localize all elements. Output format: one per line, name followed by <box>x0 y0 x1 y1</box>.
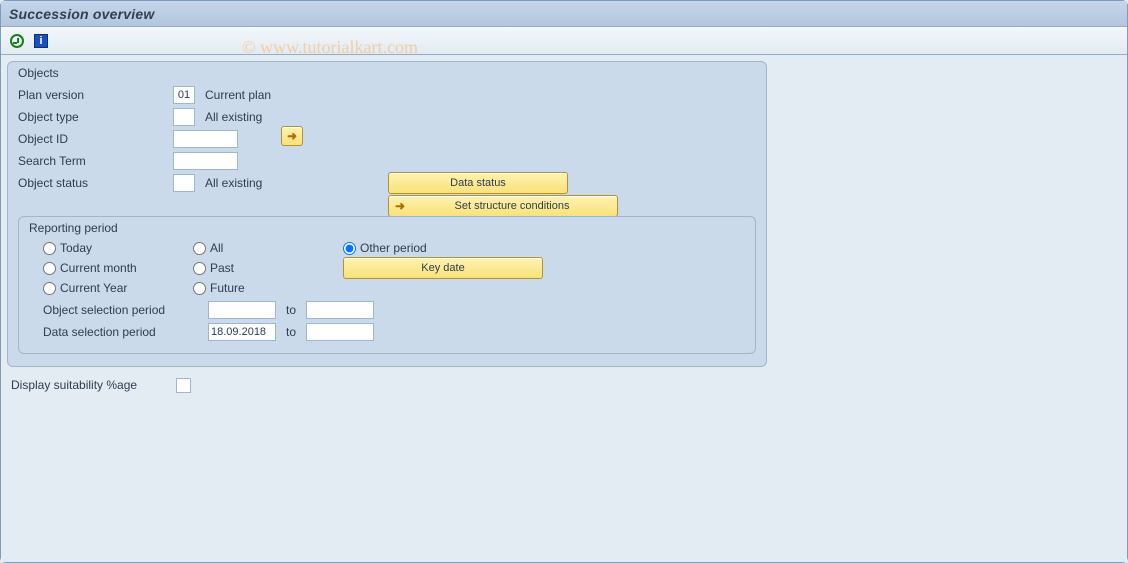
radio-past[interactable]: Past <box>193 261 343 275</box>
radio-current-month-label: Current month <box>60 261 137 275</box>
object-id-multiselect-button[interactable]: ➜ <box>281 126 303 146</box>
radio-all[interactable]: All <box>193 241 343 255</box>
info-button[interactable]: i <box>31 31 51 51</box>
radio-current-year-label: Current Year <box>60 281 127 295</box>
radio-future-input[interactable] <box>193 282 206 295</box>
obj-sel-period-from-input[interactable] <box>208 301 276 319</box>
object-status-input[interactable] <box>173 174 195 192</box>
titlebar: Succession overview <box>1 1 1127 27</box>
key-date-button[interactable]: Key date <box>343 257 543 279</box>
radio-current-month[interactable]: Current month <box>43 261 193 275</box>
radio-other-input[interactable] <box>343 242 356 255</box>
reporting-period-groupbox: Reporting period Today All Other period … <box>18 216 756 354</box>
object-type-label: Object type <box>18 110 173 124</box>
radio-current-month-input[interactable] <box>43 262 56 275</box>
arrow-right-icon: ➜ <box>395 199 405 213</box>
plan-version-label: Plan version <box>18 88 173 102</box>
execute-button[interactable] <box>7 31 27 51</box>
radio-future-label: Future <box>210 281 245 295</box>
radio-today-label: Today <box>60 241 92 255</box>
set-structure-label: Set structure conditions <box>455 200 570 212</box>
object-type-desc: All existing <box>205 110 262 124</box>
info-icon: i <box>34 34 48 48</box>
content-area: Objects Plan version Current plan Object… <box>1 55 1127 562</box>
obj-sel-period-to-label: to <box>286 303 296 317</box>
data-sel-period-label: Data selection period <box>43 325 208 339</box>
search-term-label: Search Term <box>18 154 173 168</box>
object-status-desc: All existing <box>205 176 262 190</box>
object-type-input[interactable] <box>173 108 195 126</box>
radio-other[interactable]: Other period <box>343 241 563 255</box>
object-status-label: Object status <box>18 176 173 190</box>
radio-all-label: All <box>210 241 223 255</box>
data-status-button[interactable]: Data status <box>388 172 568 194</box>
object-id-input[interactable] <box>173 130 238 148</box>
display-suitability-label: Display suitability %age <box>11 378 176 392</box>
reporting-period-title: Reporting period <box>29 221 745 235</box>
radio-future[interactable]: Future <box>193 281 343 295</box>
key-date-label: Key date <box>421 262 464 274</box>
data-sel-period-to-input[interactable] <box>306 323 374 341</box>
radio-today-input[interactable] <box>43 242 56 255</box>
plan-version-desc: Current plan <box>205 88 271 102</box>
obj-sel-period-to-input[interactable] <box>306 301 374 319</box>
set-structure-button[interactable]: ➜ Set structure conditions <box>388 195 618 217</box>
obj-sel-period-label: Object selection period <box>43 303 208 317</box>
clock-icon <box>10 34 24 48</box>
data-status-label: Data status <box>450 177 506 189</box>
data-sel-period-from-input[interactable] <box>208 323 276 341</box>
radio-other-label: Other period <box>360 241 427 255</box>
data-sel-period-to-label: to <box>286 325 296 339</box>
radio-current-year-input[interactable] <box>43 282 56 295</box>
objects-group-title: Objects <box>18 66 756 80</box>
object-id-label: Object ID <box>18 132 173 146</box>
radio-current-year[interactable]: Current Year <box>43 281 193 295</box>
arrow-right-icon: ➜ <box>287 129 297 143</box>
radio-today[interactable]: Today <box>43 241 193 255</box>
radio-past-label: Past <box>210 261 234 275</box>
plan-version-input[interactable] <box>173 86 195 104</box>
radio-past-input[interactable] <box>193 262 206 275</box>
page-title: Succession overview <box>9 6 154 22</box>
radio-all-input[interactable] <box>193 242 206 255</box>
objects-groupbox: Objects Plan version Current plan Object… <box>7 61 767 367</box>
app-toolbar: i <box>1 27 1127 55</box>
search-term-input[interactable] <box>173 152 238 170</box>
display-suitability-checkbox[interactable] <box>176 378 191 393</box>
